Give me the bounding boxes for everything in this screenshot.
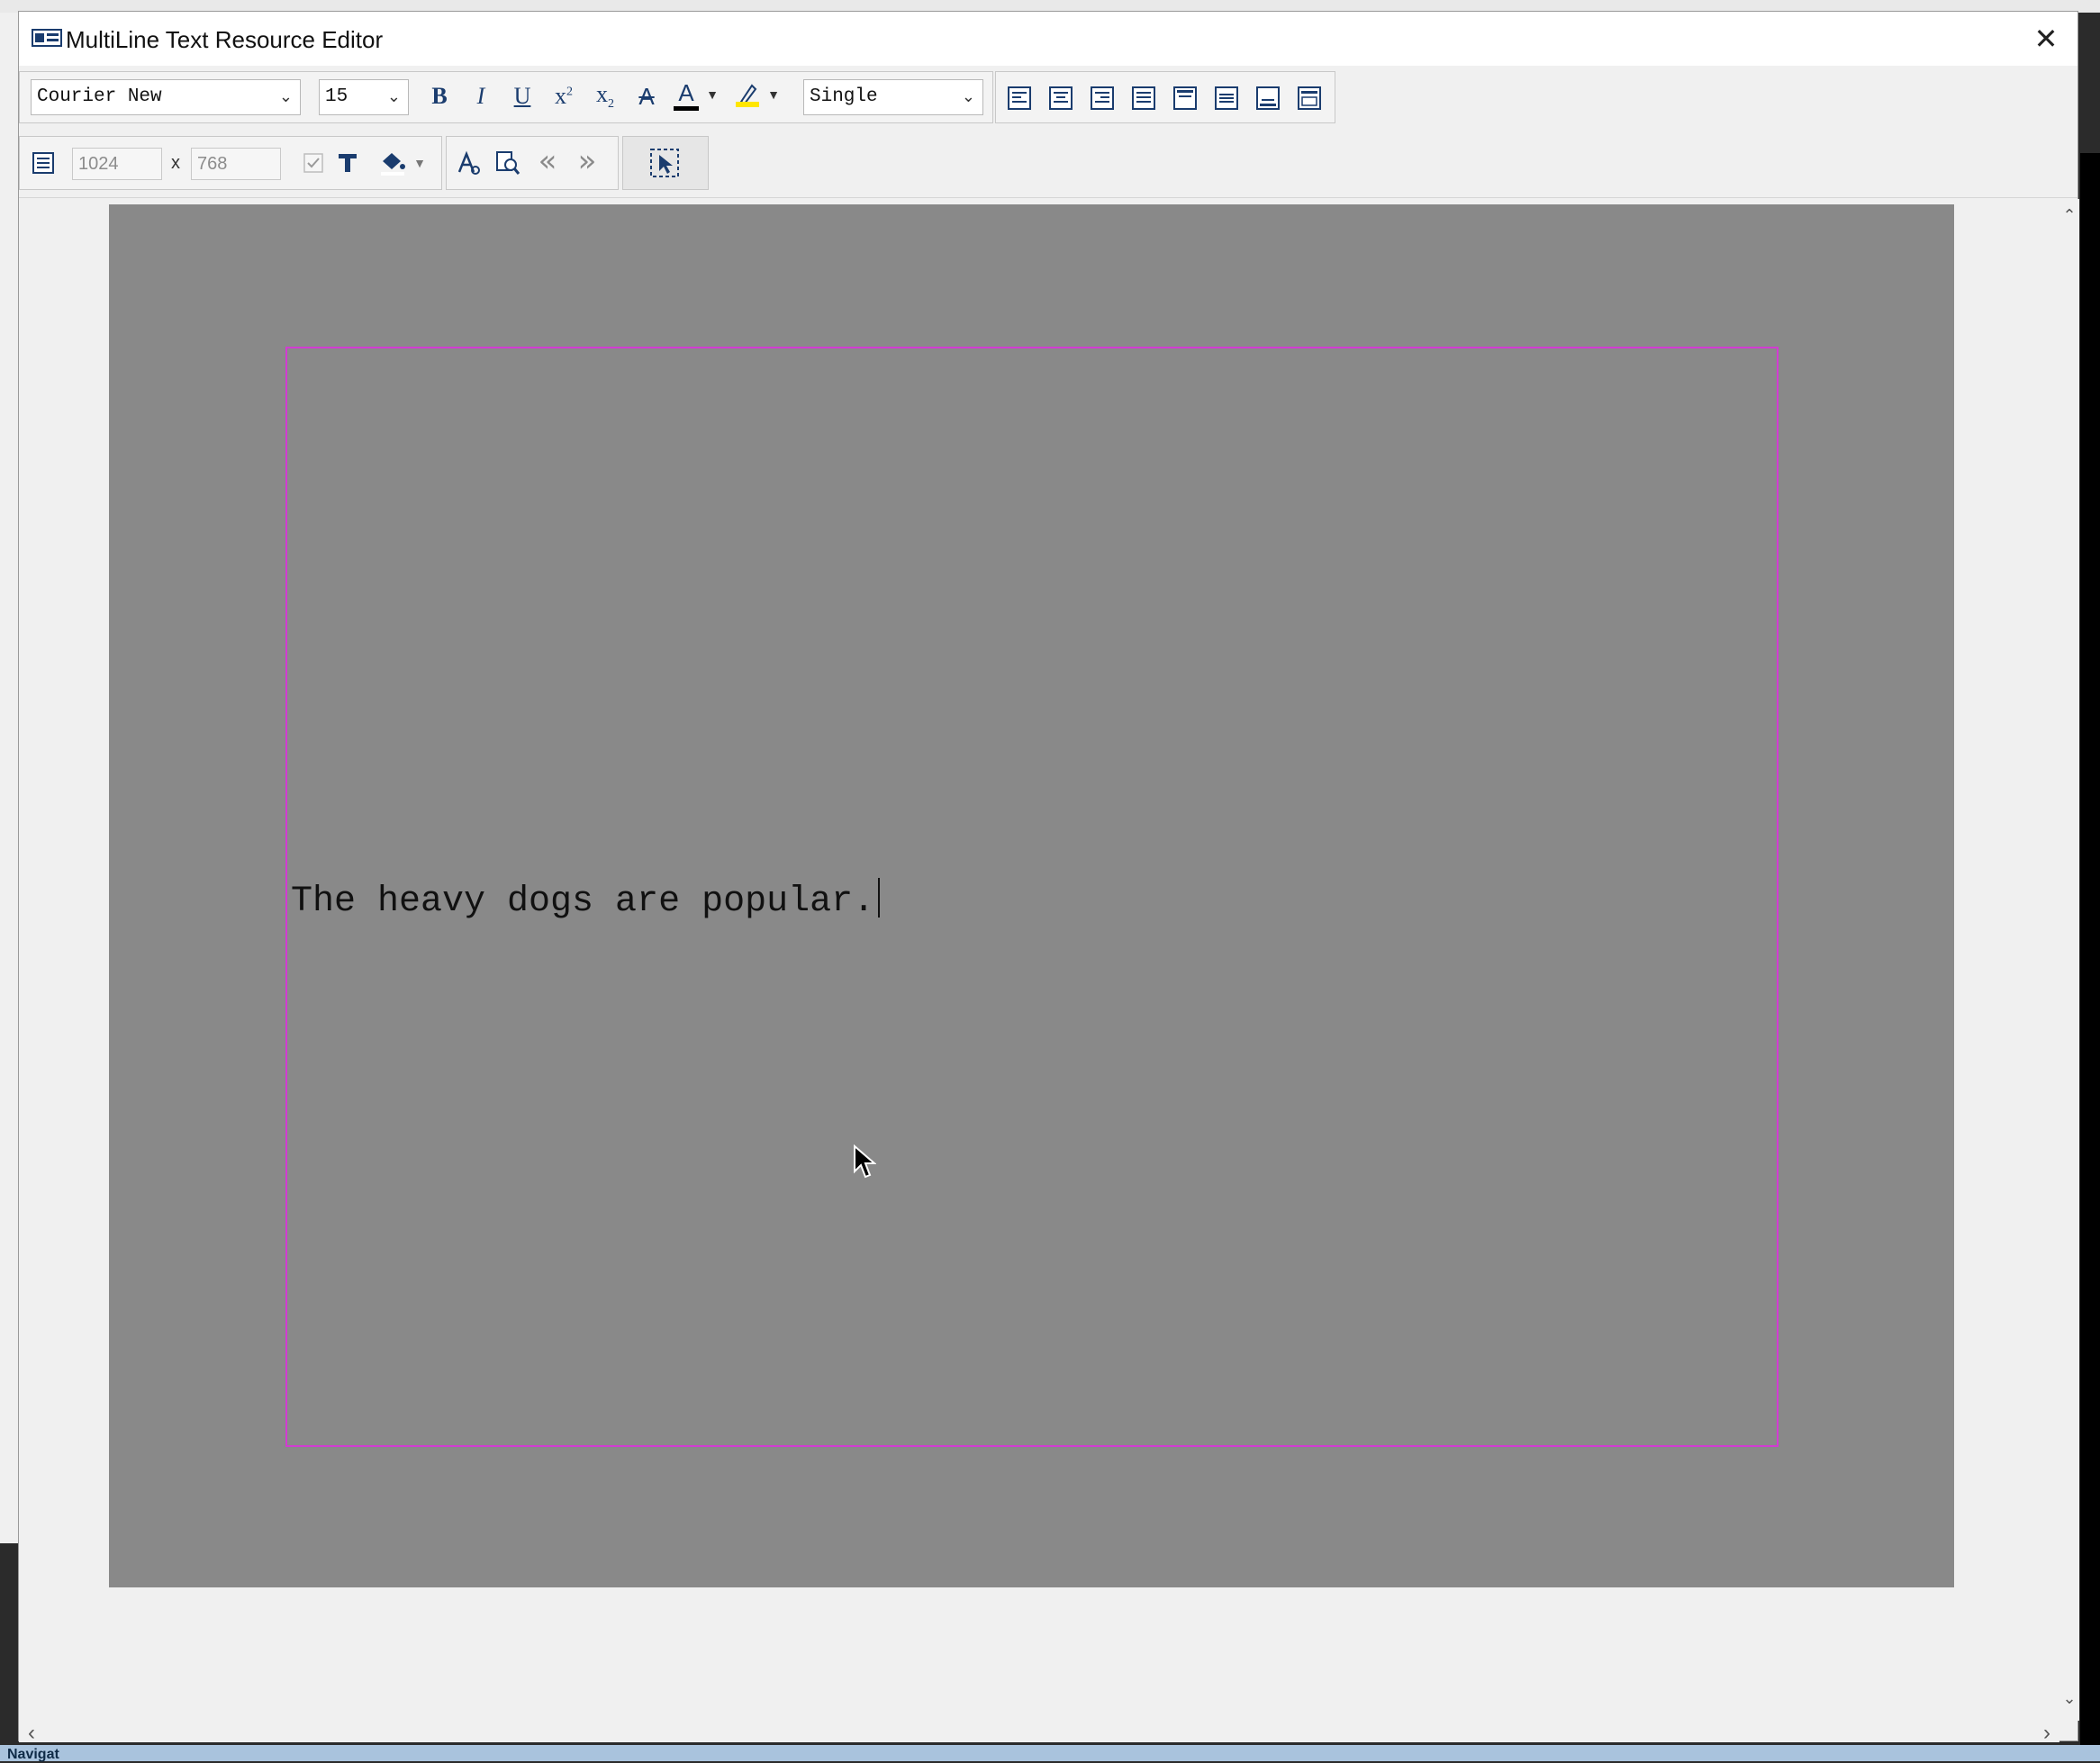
- italic-icon: I: [476, 83, 485, 109]
- select-tool-button[interactable]: [647, 144, 683, 182]
- strikethrough-icon: A: [638, 82, 655, 110]
- chevron-down-icon: ⌄: [386, 87, 401, 106]
- text-color-swatch: [674, 105, 699, 111]
- align-center-icon: [1049, 86, 1073, 110]
- text-color-dropdown[interactable]: ▼: [704, 77, 720, 115]
- line-spacing-select[interactable]: Single ⌄: [803, 79, 983, 115]
- scroll-left-icon[interactable]: ‹: [28, 1721, 35, 1746]
- next-icon: »: [577, 143, 597, 179]
- page-size-button[interactable]: [25, 144, 61, 182]
- page-toolbar: 1024 x 768 ▼: [19, 136, 442, 190]
- select-toolbar: [622, 136, 709, 190]
- text-caret: [878, 878, 881, 918]
- highlight-button[interactable]: [731, 76, 764, 113]
- rtl-button[interactable]: [1291, 79, 1327, 117]
- page-stage[interactable]: The heavy dogs are popular.: [109, 204, 1954, 1587]
- strikethrough-button[interactable]: A: [629, 77, 665, 115]
- editor-window: MultiLine Text Resource Editor ✕ Courier…: [18, 11, 2079, 1745]
- highlight-icon: [736, 84, 759, 107]
- search-toolbar: « »: [446, 136, 619, 190]
- subscript-icon: x2: [596, 81, 614, 112]
- font-size-select[interactable]: 15 ⌄: [319, 79, 409, 115]
- text-tool-button[interactable]: [330, 144, 366, 182]
- background-app-area: [2080, 153, 2100, 1756]
- subscript-mark: 2: [608, 97, 614, 112]
- subscript-button[interactable]: x2: [587, 77, 623, 115]
- align-bottom-button[interactable]: [1250, 79, 1286, 117]
- times-label: x: [171, 153, 180, 173]
- align-left-button[interactable]: [1001, 79, 1037, 117]
- document-text-line[interactable]: The heavy dogs are popular.: [291, 878, 881, 922]
- alignment-toolbar: [995, 71, 1335, 123]
- text-tool-icon: [339, 154, 357, 172]
- scroll-down-icon[interactable]: ⌄: [2059, 1689, 2079, 1708]
- title-bar[interactable]: MultiLine Text Resource Editor ✕: [19, 12, 2077, 66]
- underline-button[interactable]: U: [504, 77, 540, 115]
- superscript-base: x: [555, 83, 566, 109]
- mouse-cursor-icon: [854, 1144, 876, 1179]
- justify-button[interactable]: [1126, 79, 1162, 117]
- close-button[interactable]: ✕: [2014, 12, 2077, 66]
- text-frame[interactable]: The heavy dogs are popular.: [285, 347, 1779, 1447]
- background-app-panel: [0, 13, 19, 1543]
- font-button[interactable]: [450, 144, 486, 182]
- font-family-select[interactable]: Courier New ⌄: [31, 79, 301, 115]
- line-spacing-value: Single: [810, 86, 878, 107]
- next-button[interactable]: »: [569, 142, 605, 180]
- justify-icon: [1132, 86, 1155, 110]
- page-height-field[interactable]: 768: [191, 148, 281, 180]
- window-title: MultiLine Text Resource Editor: [66, 26, 384, 53]
- scroll-right-icon[interactable]: ›: [2043, 1721, 2050, 1746]
- apply-size-checkbox[interactable]: [295, 144, 331, 182]
- select-tool-icon: [650, 149, 679, 177]
- chevron-down-icon: ⌄: [278, 87, 293, 106]
- text-color-button[interactable]: A: [670, 76, 702, 113]
- chevron-down-icon: ⌄: [961, 87, 975, 106]
- superscript-mark: 2: [566, 85, 573, 99]
- underline-icon: U: [513, 83, 531, 109]
- previous-button[interactable]: «: [530, 142, 566, 180]
- scroll-up-icon[interactable]: ⌃: [2059, 206, 2079, 225]
- bold-button[interactable]: B: [421, 77, 457, 115]
- align-top-button[interactable]: [1167, 79, 1203, 117]
- app-icon: [32, 29, 62, 47]
- horizontal-scrollbar[interactable]: ‹ ›: [19, 1721, 2059, 1745]
- bold-icon: B: [431, 83, 448, 109]
- align-middle-icon: [1215, 86, 1238, 110]
- italic-button[interactable]: I: [463, 77, 499, 115]
- fill-button[interactable]: [376, 144, 409, 182]
- background-app-statusbar: Navigat: [0, 1745, 2100, 1762]
- prev-icon: «: [538, 143, 557, 179]
- align-top-icon: [1173, 86, 1197, 110]
- align-left-icon: [1008, 86, 1031, 110]
- font-icon: [457, 150, 480, 175]
- page-size-icon: [32, 152, 54, 174]
- fill-icon: [381, 153, 405, 176]
- align-bottom-icon: [1256, 86, 1280, 110]
- align-right-button[interactable]: [1084, 79, 1120, 117]
- subscript-base: x: [596, 80, 608, 107]
- align-center-button[interactable]: [1043, 79, 1079, 117]
- format-toolbar: Courier New ⌄ 15 ⌄ B I U x2 x2 A A ▼ ▼ S…: [19, 71, 993, 123]
- canvas-area[interactable]: The heavy dogs are popular.: [19, 199, 2059, 1721]
- font-size-value: 15: [325, 86, 348, 107]
- checkbox-icon: [303, 153, 323, 173]
- align-right-icon: [1091, 86, 1114, 110]
- vertical-scrollbar[interactable]: ⌃ ⌄: [2059, 199, 2079, 1721]
- find-icon: [496, 151, 520, 175]
- align-middle-button[interactable]: [1208, 79, 1245, 117]
- superscript-icon: x2: [555, 83, 573, 110]
- document-text: The heavy dogs are popular.: [291, 882, 875, 922]
- font-family-value: Courier New: [37, 86, 162, 107]
- rtl-icon: [1298, 86, 1321, 110]
- find-button[interactable]: [490, 144, 526, 182]
- text-color-icon: A: [678, 78, 694, 106]
- background-status-text: Navigat: [7, 1747, 59, 1762]
- highlight-dropdown[interactable]: ▼: [765, 77, 782, 115]
- toolbar-area: Courier New ⌄ 15 ⌄ B I U x2 x2 A A ▼ ▼ S…: [19, 66, 2077, 198]
- superscript-button[interactable]: x2: [546, 77, 582, 115]
- page-width-field[interactable]: 1024: [72, 148, 162, 180]
- fill-dropdown[interactable]: ▼: [409, 146, 430, 184]
